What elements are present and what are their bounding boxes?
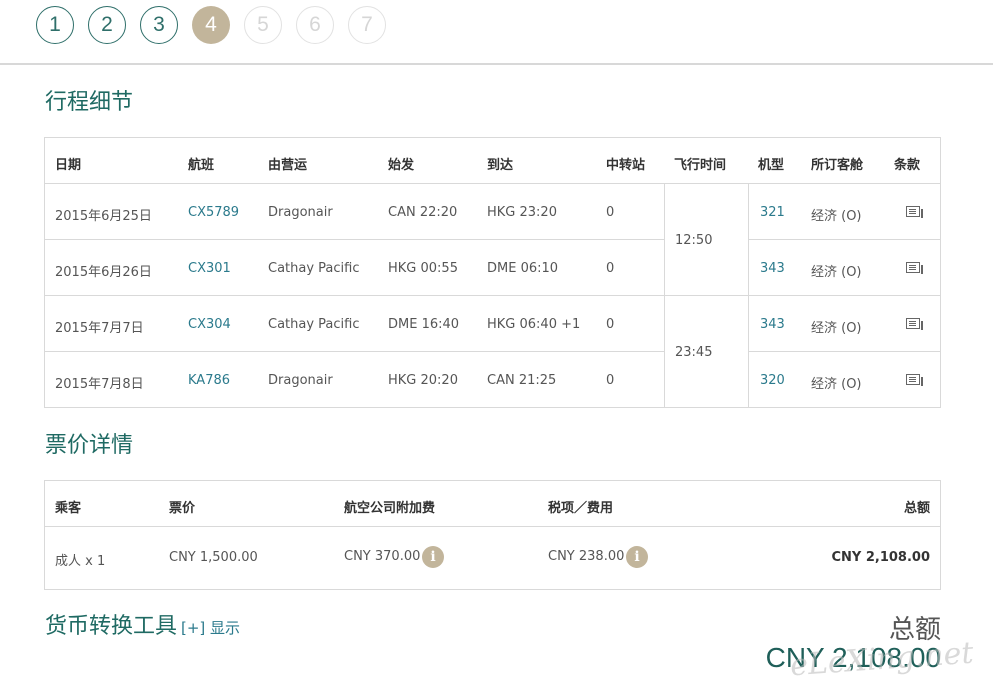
- document-icon[interactable]: [906, 374, 923, 386]
- depart: CAN 22:20: [388, 205, 458, 220]
- aircraft-link[interactable]: 320: [760, 373, 785, 388]
- arrive: DME 06:10: [487, 261, 559, 276]
- currency-converter-toggle[interactable]: [+] 显示: [181, 619, 240, 637]
- col-flight: 航班: [188, 158, 215, 173]
- col-stops: 中转站: [606, 158, 646, 173]
- col-cabin: 所订客舱: [811, 158, 864, 173]
- document-icon[interactable]: [906, 206, 923, 218]
- flight-link[interactable]: KA786: [188, 373, 230, 388]
- stops: 0: [606, 317, 615, 332]
- cabin: 经济 (O): [811, 265, 862, 280]
- divider: [45, 239, 664, 240]
- aircraft-link[interactable]: 343: [760, 317, 785, 332]
- info-icon[interactable]: i: [626, 546, 648, 568]
- depart: DME 16:40: [388, 317, 460, 332]
- col-duration: 飞行时间: [674, 158, 727, 173]
- step-4-current: 4: [192, 6, 230, 44]
- passenger: 成人 x 1: [55, 554, 106, 569]
- step-2[interactable]: 2: [88, 6, 126, 44]
- top-divider: [0, 63, 993, 65]
- col-fare: 票价: [169, 501, 196, 516]
- divider: [748, 351, 940, 352]
- col-operator: 由营运: [268, 158, 308, 173]
- step-7: 7: [348, 6, 386, 44]
- fare-total: CNY 2,108.00: [831, 550, 930, 565]
- col-aircraft: 机型: [758, 158, 785, 173]
- flight-duration: 12:50: [675, 233, 713, 248]
- arrive: HKG 06:40 +1: [487, 317, 581, 332]
- column-divider: [748, 183, 749, 407]
- divider: [45, 295, 940, 296]
- col-arrive: 到达: [487, 158, 514, 173]
- aircraft-link[interactable]: 343: [760, 261, 785, 276]
- stops: 0: [606, 205, 615, 220]
- fare-title: 票价详情: [45, 433, 134, 458]
- info-icon[interactable]: i: [422, 546, 444, 568]
- itinerary-table: 日期 航班 由营运 始发 到达 中转站 飞行时间 机型 所订客舱 条款 2015…: [44, 137, 941, 408]
- divider: [45, 183, 940, 184]
- col-terms: 条款: [894, 158, 921, 173]
- step-5: 5: [244, 6, 282, 44]
- col-tax: 税项／费用: [548, 501, 614, 516]
- tax: CNY 238.00: [548, 549, 625, 564]
- fare-table: 乘客 票价 航空公司附加费 税项／费用 总额 成人 x 1 CNY 1,500.…: [44, 480, 941, 590]
- flight-duration: 23:45: [675, 345, 713, 360]
- arrive: HKG 23:20: [487, 205, 557, 220]
- stops: 0: [606, 261, 615, 276]
- step-6: 6: [296, 6, 334, 44]
- aircraft-link[interactable]: 321: [760, 205, 785, 220]
- step-indicator: 1 2 3 4 5 6 7: [36, 6, 400, 44]
- flight-link[interactable]: CX5789: [188, 205, 239, 220]
- col-surcharge: 航空公司附加费: [344, 501, 436, 516]
- arrive: CAN 21:25: [487, 373, 557, 388]
- divider: [45, 526, 940, 527]
- col-depart: 始发: [388, 158, 415, 173]
- operator: Cathay Pacific: [268, 317, 360, 332]
- operator: Dragonair: [268, 205, 333, 220]
- currency-converter: 货币转换工具 [+] 显示: [45, 608, 240, 640]
- depart: HKG 00:55: [388, 261, 458, 276]
- surcharge: CNY 370.00: [344, 549, 421, 564]
- step-1[interactable]: 1: [36, 6, 74, 44]
- step-3[interactable]: 3: [140, 6, 178, 44]
- itinerary-title: 行程细节: [45, 90, 134, 115]
- column-divider: [664, 183, 665, 407]
- date: 2015年6月26日: [55, 265, 152, 280]
- cabin: 经济 (O): [811, 377, 862, 392]
- document-icon[interactable]: [906, 262, 923, 274]
- document-icon[interactable]: [906, 318, 923, 330]
- col-total: 总额: [903, 501, 930, 516]
- col-passenger: 乘客: [55, 501, 82, 516]
- divider: [748, 239, 940, 240]
- cabin: 经济 (O): [811, 321, 862, 336]
- flight-link[interactable]: CX304: [188, 317, 231, 332]
- flight-link[interactable]: CX301: [188, 261, 231, 276]
- operator: Cathay Pacific: [268, 261, 360, 276]
- date: 2015年7月8日: [55, 377, 144, 392]
- col-date: 日期: [55, 158, 82, 173]
- currency-converter-label: 货币转换工具: [45, 614, 178, 639]
- base-fare: CNY 1,500.00: [169, 550, 258, 565]
- date: 2015年7月7日: [55, 321, 144, 336]
- date: 2015年6月25日: [55, 209, 152, 224]
- operator: Dragonair: [268, 373, 333, 388]
- divider: [45, 351, 664, 352]
- depart: HKG 20:20: [388, 373, 458, 388]
- stops: 0: [606, 373, 615, 388]
- cabin: 经济 (O): [811, 209, 862, 224]
